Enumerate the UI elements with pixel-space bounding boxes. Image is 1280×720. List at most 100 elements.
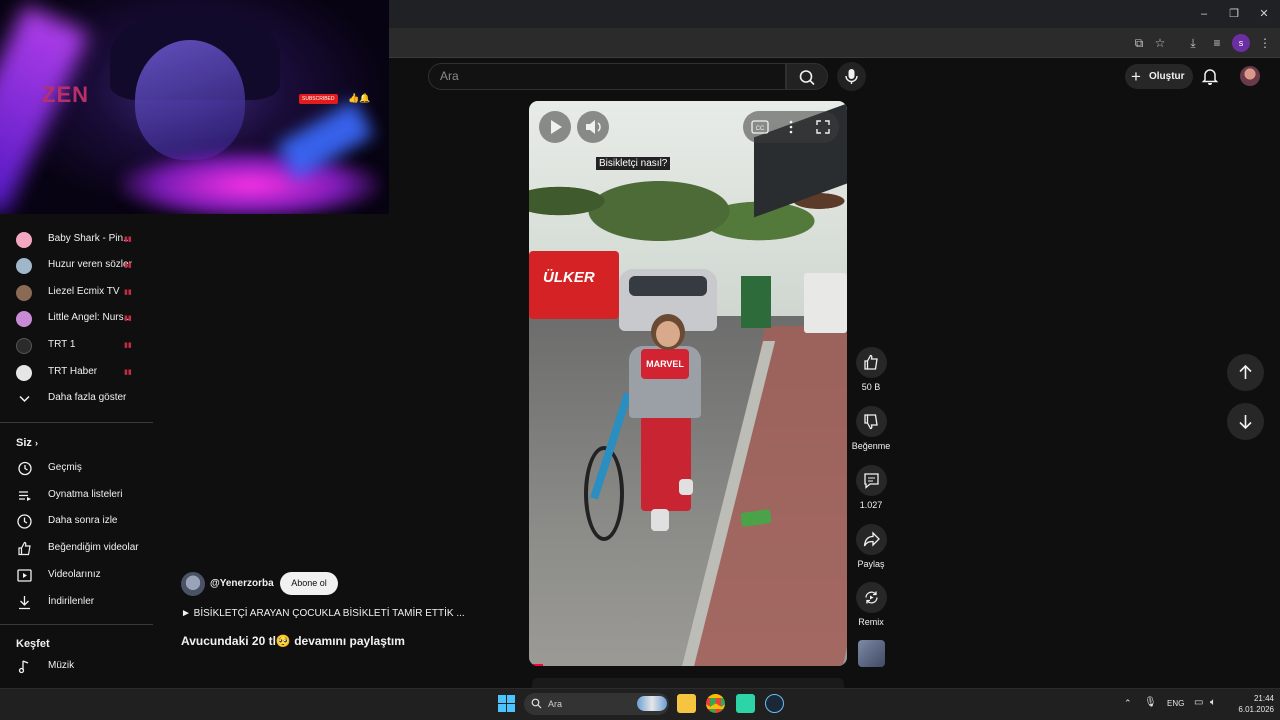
share-icon <box>863 531 880 547</box>
sidebar-item-your-videos[interactable]: Videolarınız <box>0 563 153 589</box>
volume-button[interactable] <box>577 111 609 143</box>
app-icon[interactable] <box>736 694 755 713</box>
sidebar-item-music[interactable]: Müzik <box>0 654 153 680</box>
speaker-icon[interactable]: 🔈︎ <box>1210 697 1216 708</box>
sidebar-channel[interactable]: Liezel Ecmix TV ▮▮ <box>0 280 153 306</box>
sidebar-item-playlists[interactable]: Oynatma listeleri <box>0 483 153 509</box>
show-more-button[interactable]: Daha fazla göster <box>0 386 153 412</box>
sidebar-item-label: Oynatma listeleri <box>48 489 123 500</box>
channel-avatar <box>16 232 32 248</box>
sound-thumbnail[interactable] <box>858 640 885 667</box>
subscribe-button[interactable]: Abone ol <box>280 572 338 595</box>
search-button[interactable] <box>786 63 828 90</box>
account-avatar[interactable] <box>1240 66 1260 86</box>
dislike-button[interactable] <box>856 406 887 437</box>
channel-avatar <box>16 311 32 327</box>
you-section-label: Siz <box>16 437 32 449</box>
neon-glow <box>0 4 89 214</box>
like-count: 50 B <box>861 382 881 392</box>
sidebar-channel[interactable]: Huzur veren sözler ▮▮ <box>0 253 153 279</box>
chevron-right-icon: › <box>34 438 38 448</box>
watch-later-icon <box>17 514 32 529</box>
related-video-link[interactable]: ► BİSİKLETÇİ ARAYAN ÇOCUKLA BİSİKLETİ TA… <box>181 608 465 619</box>
sidebar-divider <box>0 422 153 423</box>
sidebar-channel[interactable]: TRT 1 ▮▮ <box>0 333 153 359</box>
windows-start-icon[interactable] <box>498 695 515 712</box>
chrome-icon[interactable] <box>706 694 725 713</box>
sidebar-channel[interactable]: Baby Shark - Pin... ▮▮ <box>0 227 153 253</box>
you-section-title[interactable]: Siz › <box>16 437 38 449</box>
volume-icon <box>586 120 601 134</box>
video-bin <box>741 276 771 328</box>
short-video-player[interactable]: ÜLKER MARVEL <box>529 101 847 666</box>
captions-icon[interactable]: CC <box>751 119 769 135</box>
sidebar-channel-label: Baby Shark - Pin... <box>48 233 132 244</box>
music-icon <box>18 660 29 674</box>
sidebar-channel[interactable]: Little Angel: Nurs... ▮▮ <box>0 306 153 332</box>
download-icon[interactable]: ⤓ <box>1184 34 1202 52</box>
file-explorer-icon[interactable] <box>677 694 696 713</box>
minimize-button[interactable]: – <box>1192 5 1216 23</box>
play-button[interactable] <box>539 111 571 143</box>
short-title: Avucundaki 20 tl🥺 devamını paylaştım <box>181 634 405 648</box>
display-icon[interactable]: ▭ <box>1194 697 1203 708</box>
kid-legs <box>641 416 691 511</box>
live-dot-icon: ▮▮ <box>124 262 132 269</box>
maximize-button[interactable]: ❐ <box>1222 5 1246 23</box>
sidebar-item-label: Daha sonra izle <box>48 515 118 526</box>
fullscreen-icon[interactable] <box>815 119 831 135</box>
taskbar-clock[interactable]: 21:44 6.01.2026 <box>1222 693 1274 715</box>
clock-date: 6.01.2026 <box>1238 705 1274 714</box>
browser-menu-icon[interactable]: ⋮ <box>1256 34 1274 52</box>
cast-icon[interactable]: ⧉ <box>1130 34 1148 52</box>
bookmark-star-icon[interactable]: ☆ <box>1151 34 1169 52</box>
microphone-tray-icon[interactable]: 🎙︎ <box>1144 697 1157 708</box>
remix-button[interactable] <box>856 582 887 613</box>
profile-avatar-icon[interactable]: s <box>1232 34 1250 52</box>
channel-avatar[interactable] <box>181 572 205 596</box>
next-short-button[interactable] <box>1227 403 1264 440</box>
sidebar-item-liked[interactable]: Beğendiğim videolar <box>0 536 153 562</box>
notifications-bell-icon[interactable] <box>1200 66 1220 86</box>
mic-icon <box>845 69 858 84</box>
video-van <box>804 273 847 333</box>
show-more-label: Daha fazla göster <box>48 392 127 403</box>
media-control-icon[interactable]: ≡ <box>1208 34 1226 52</box>
arrow-down-icon <box>1239 415 1252 430</box>
share-button[interactable] <box>856 524 887 555</box>
close-button[interactable]: ✕ <box>1252 5 1276 23</box>
thumbs-down-icon <box>864 414 878 430</box>
chevron-down-icon <box>19 395 30 403</box>
your-videos-icon <box>17 569 32 582</box>
search-highlight-icon[interactable] <box>637 696 667 711</box>
truck-logo: ÜLKER <box>543 269 595 286</box>
search-input[interactable]: Ara <box>428 63 786 90</box>
system-tray-chevron-icon[interactable]: ⌃ <box>1124 698 1132 709</box>
comment-icon <box>864 473 879 489</box>
comments-button[interactable] <box>856 465 887 496</box>
next-short-preview[interactable] <box>532 678 844 688</box>
comment-count: 1.027 <box>859 500 883 510</box>
taskbar-search-label: Ara <box>548 699 563 709</box>
channel-avatar <box>16 338 32 354</box>
live-dot-icon: ▮▮ <box>124 236 132 243</box>
sidebar-item-history[interactable]: Geçmiş <box>0 456 153 482</box>
channel-name[interactable]: @Yenerzorba <box>210 578 274 589</box>
steam-icon[interactable] <box>765 694 784 713</box>
language-indicator[interactable]: ENG <box>1167 699 1184 708</box>
sidebar-item-label: Beğendiğim videolar <box>48 542 139 553</box>
live-dot-icon: ▮▮ <box>124 315 132 322</box>
sidebar-channel[interactable]: TRT Haber ▮▮ <box>0 360 153 386</box>
sidebar-channel-label: TRT Haber <box>48 366 98 377</box>
playlists-icon <box>19 491 31 501</box>
more-options-icon[interactable] <box>783 119 799 135</box>
sidebar-item-label: İndirilenler <box>48 596 95 607</box>
video-progress-bar[interactable] <box>529 664 543 666</box>
sidebar-item-watch-later[interactable]: Daha sonra izle <box>0 509 153 535</box>
voice-search-button[interactable] <box>837 62 866 91</box>
sidebar-item-downloads[interactable]: İndirilenler <box>0 590 153 616</box>
previous-short-button[interactable] <box>1227 354 1264 391</box>
play-icon <box>551 120 562 134</box>
kid-shirt-print: MARVEL <box>641 349 689 379</box>
like-button[interactable] <box>856 347 887 378</box>
